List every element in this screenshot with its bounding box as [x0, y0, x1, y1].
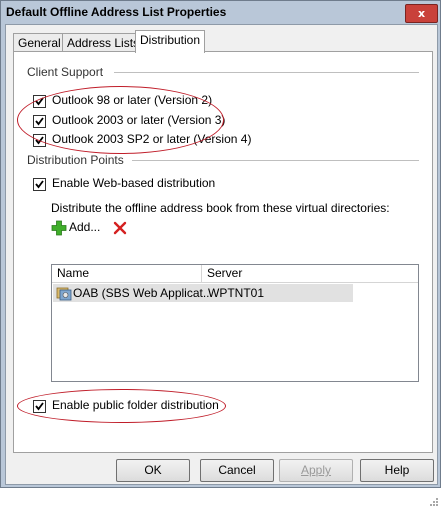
tab-distribution[interactable]: Distribution: [135, 30, 206, 53]
apply-button[interactable]: Apply: [279, 459, 353, 482]
help-button-label: Help: [384, 463, 410, 477]
cancel-button-label: Cancel: [218, 463, 256, 477]
properties-dialog: Default Offline Address List Properties …: [0, 0, 441, 506]
resize-grip-icon[interactable]: [429, 497, 439, 507]
remove-icon: [113, 221, 127, 235]
distribution-tab-panel: Client Support Outlook 98 or later (Vers…: [13, 51, 433, 453]
list-header: Name Server: [52, 265, 418, 283]
virtual-directory-icon: [56, 287, 72, 301]
list-item[interactable]: OAB (SBS Web Applicat... WPTNT01: [53, 284, 353, 302]
title-bar[interactable]: Default Offline Address List Properties …: [1, 1, 440, 23]
public-folder-label: Enable public folder distribution: [52, 398, 219, 412]
group-divider: [132, 160, 419, 162]
vdir-caption: Distribute the offline address book from…: [51, 201, 390, 215]
check-icon: [35, 117, 44, 126]
ok-button-label: OK: [144, 463, 162, 477]
check-icon: [35, 180, 44, 189]
column-header-name[interactable]: Name: [52, 265, 202, 282]
check-icon: [35, 97, 44, 106]
add-label: Add...: [69, 220, 101, 234]
group-divider: [114, 72, 419, 74]
close-button[interactable]: x: [405, 4, 438, 23]
outlook98-label: Outlook 98 or later (Version 2): [52, 93, 213, 107]
outlook2003-checkbox[interactable]: [33, 115, 46, 128]
distribution-points-group-label: Distribution Points: [27, 153, 124, 167]
outlook2003sp2-label: Outlook 2003 SP2 or later (Version 4): [52, 132, 252, 146]
ok-button[interactable]: OK: [116, 459, 190, 482]
web-distribution-checkbox[interactable]: [33, 178, 46, 191]
cancel-button[interactable]: Cancel: [200, 459, 274, 482]
outlook2003-label: Outlook 2003 or later (Version 3): [52, 113, 226, 127]
add-button[interactable]: Add...: [51, 219, 111, 237]
window-title: Default Offline Address List Properties: [6, 5, 227, 19]
virtual-directories-list[interactable]: Name Server OAB (SBS Web Applicat... WPT…: [51, 264, 419, 382]
add-icon: [51, 220, 67, 236]
dialog-body: General Address Lists Distribution Clien…: [5, 24, 438, 506]
help-button[interactable]: Help: [360, 459, 434, 482]
outlook2003sp2-checkbox[interactable]: [33, 134, 46, 147]
tab-general[interactable]: General: [13, 33, 66, 52]
apply-button-label: Apply: [300, 463, 332, 477]
client-support-group-label: Client Support: [27, 65, 104, 79]
row-server-cell: WPTNT01: [208, 286, 265, 300]
tab-address-lists[interactable]: Address Lists: [62, 33, 145, 52]
column-header-server[interactable]: Server: [202, 265, 417, 282]
outlook98-checkbox[interactable]: [33, 95, 46, 108]
check-icon: [35, 136, 44, 145]
row-name-cell: OAB (SBS Web Applicat...: [73, 286, 213, 300]
close-icon: x: [417, 7, 426, 20]
web-distribution-label: Enable Web-based distribution: [52, 176, 216, 190]
check-icon: [35, 402, 44, 411]
remove-button[interactable]: [113, 221, 127, 235]
public-folder-checkbox[interactable]: [33, 400, 46, 413]
